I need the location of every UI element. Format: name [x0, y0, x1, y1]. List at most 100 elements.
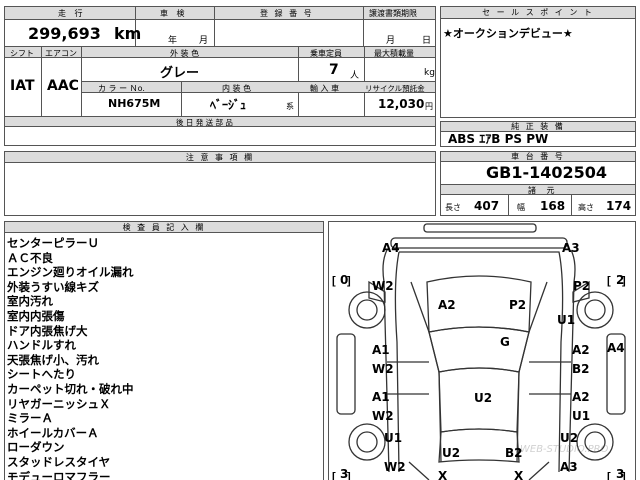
capacity-value: 7 — [329, 62, 339, 78]
inspector-item: 室内汚れ — [7, 294, 53, 309]
transfer-month: 月 — [386, 36, 396, 46]
inspector-item: ＡＣ不良 — [7, 250, 53, 265]
mileage-unit: km — [114, 24, 142, 43]
windshield-shape — [428, 326, 530, 373]
chassis-label: 車 台 番 号 — [511, 152, 565, 161]
inspector-item: ホイールカバーＡ — [7, 425, 99, 440]
inspector-item: ローダウン — [7, 440, 65, 455]
inspector-item: リヤガーニッシュＸ — [7, 396, 111, 411]
inspector-item: ミラーＡ — [7, 411, 53, 426]
transfer-day: 日 — [422, 36, 432, 46]
inspector-item: エンジン廻りオイル漏れ — [7, 265, 134, 280]
mirrors-shape — [368, 280, 590, 303]
recycle-label: リサイクル預託金 — [365, 84, 425, 93]
recycle-unit: 円 — [425, 102, 433, 111]
aircon-value: AAC — [47, 78, 79, 94]
ext-color-value: グレー — [160, 66, 200, 81]
capacity-label: 乗車定員 — [310, 49, 342, 58]
damage-code: W2 — [372, 409, 394, 423]
damage-code: P2 — [573, 279, 591, 293]
damage-code: A4 — [607, 341, 625, 355]
damage-code: X — [514, 469, 524, 480]
inspector-item: 室内内張傷 — [7, 309, 65, 323]
inspector-item: 外装うすい線キズ — [7, 279, 99, 294]
inspection-month: 月 — [199, 36, 209, 46]
inspection-year: 年 — [168, 36, 178, 46]
damage-code: A2 — [572, 390, 590, 404]
tread-bracket-rl: [ — [332, 471, 336, 480]
inspector-label: 検 査 員 記 入 欄 — [122, 222, 206, 232]
inspector-item: センターピラーＵ — [7, 236, 99, 250]
damage-code: U1 — [384, 431, 403, 445]
tread-rear-right: 3 — [616, 467, 625, 480]
damage-code: A2 — [572, 343, 590, 357]
transfer-label: 譲渡書類期限 — [369, 9, 417, 18]
tread-bracket-rr: [ — [607, 471, 611, 480]
wheel-rear-left-shape — [348, 423, 386, 461]
sales-point-box — [440, 6, 636, 118]
damage-code: W2 — [384, 460, 406, 474]
left-side-panel-shape — [336, 333, 356, 415]
damage-code: X — [438, 469, 448, 480]
damage-code: A1 — [372, 343, 390, 357]
recycle-value: 12,030 — [378, 97, 425, 111]
colorno-value: NH675M — [108, 97, 161, 110]
watermark-text: WEB-STUDIO.PRO — [520, 444, 609, 455]
sales-point-text: ★オークションデビュー★ — [443, 27, 573, 40]
front-edge-shape — [390, 237, 568, 249]
inspector-item: ドア内張焦げ大 — [7, 323, 88, 338]
tread-rear-left: 3 — [340, 467, 349, 480]
inspector-item: ハンドルすれ — [7, 338, 76, 353]
front-bumper-shape — [423, 223, 537, 233]
length-label: 長さ — [445, 203, 461, 212]
inspector-header: 検 査 員 記 入 欄 — [5, 222, 323, 233]
inspector-item: モデューロマフラー — [7, 469, 111, 480]
damage-code: A4 — [382, 241, 400, 255]
tread-front-right: 2 — [616, 273, 625, 287]
equipment-text: ABS ｴｱB PS PW — [448, 132, 549, 146]
mileage-label: 走 行 — [58, 9, 86, 18]
damage-code: A2 — [438, 298, 456, 312]
sales-point-header: セ ー ル ス ポ イ ン ト — [441, 7, 635, 19]
height-label: 高さ — [578, 203, 594, 212]
length-value: 407 — [474, 199, 500, 213]
loadcap-label: 最大積載量 — [374, 49, 414, 58]
inspector-item: 天張焦げ小、汚れ — [7, 352, 99, 367]
import-label: 輸 入 車 — [310, 84, 340, 93]
later-docs-label: 後 日 発 送 部 品 — [176, 118, 233, 127]
damage-code: U1 — [557, 313, 576, 327]
damage-code: U2 — [442, 446, 461, 460]
damage-code: G — [500, 335, 510, 349]
damage-code: A1 — [372, 390, 390, 404]
wheel-front-left-shape — [348, 291, 386, 329]
damage-code: A3 — [560, 460, 578, 474]
aircon-label: エアコン — [45, 49, 77, 58]
wheel-front-right-shape — [576, 291, 614, 329]
damage-code: U1 — [572, 409, 591, 423]
inspector-item: スタッドレスタイヤ — [7, 455, 111, 469]
inspection-label: 車 検 — [160, 9, 188, 18]
notes-header: 注 意 事 項 欄 — [5, 152, 435, 163]
int-color-value: ﾍﾞｰｼﾞｭ — [210, 98, 247, 112]
dims-label: 諸 元 — [528, 186, 559, 195]
pillars-shape — [410, 281, 548, 463]
damage-code: A3 — [562, 241, 580, 255]
damage-code: U2 — [560, 431, 579, 445]
width-value: 168 — [540, 199, 566, 213]
sales-point-label: セ ー ル ス ポ イ ン ト — [482, 8, 594, 17]
inspector-item: カーペット切れ・破れ中 — [7, 382, 134, 396]
ext-color-label: 外 装 色 — [170, 49, 200, 58]
damage-code: P2 — [509, 298, 527, 312]
tread-bracket-fl: [ — [332, 275, 336, 287]
mileage-value: 299,693 — [28, 24, 101, 43]
tread-front-left: 0 — [340, 273, 349, 287]
damage-code: W2 — [372, 362, 394, 376]
damage-code: U2 — [474, 391, 493, 405]
chassis-value: GB1-1402504 — [486, 163, 608, 182]
damage-code: B2 — [572, 362, 590, 376]
height-value: 174 — [606, 199, 632, 213]
damage-code: W2 — [372, 279, 394, 293]
shift-value: IAT — [10, 78, 35, 94]
registration-label: 登 録 番 号 — [260, 9, 314, 18]
int-color-label: 内 装 色 — [222, 84, 252, 93]
